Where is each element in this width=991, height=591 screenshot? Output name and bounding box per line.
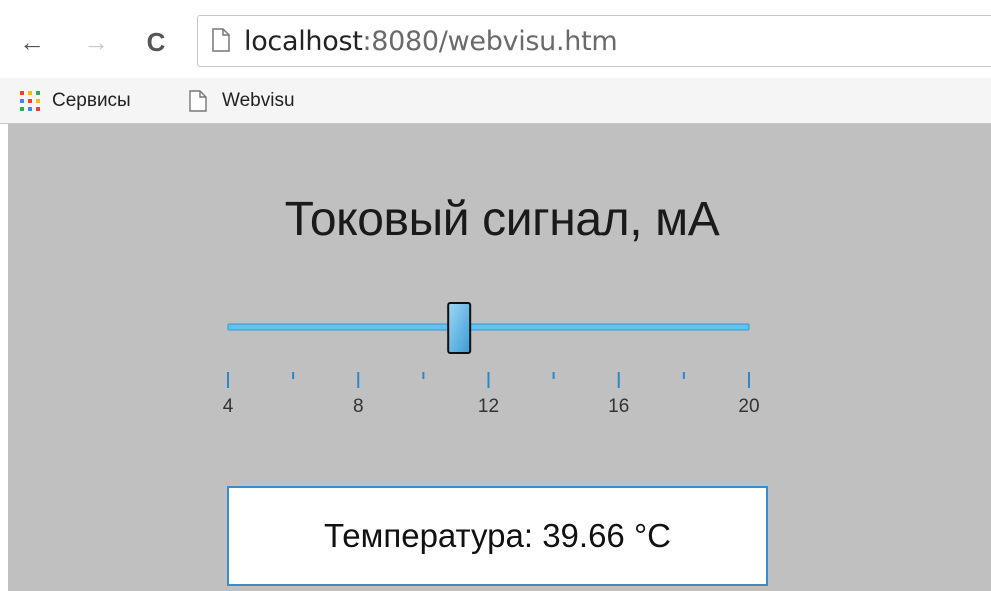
temperature-display: Температура: 39.66 °C <box>227 486 768 586</box>
url-host: localhost <box>244 26 363 57</box>
page-title: Токовый сигнал, мА <box>284 193 720 246</box>
page-icon <box>212 28 230 52</box>
url-text: localhost:8080/webvisu.htm <box>244 26 618 57</box>
slider-tick-label: 12 <box>478 396 499 417</box>
apps-grid-icon <box>20 91 40 111</box>
slider-track[interactable] <box>227 323 750 331</box>
slider-tick-label: 20 <box>738 396 759 417</box>
slider-handle[interactable] <box>447 302 472 354</box>
forward-arrow-icon[interactable]: → <box>80 22 112 62</box>
webvisu-page: Токовый сигнал, мА 4 8 12 16 20 Температура:… <box>8 124 991 591</box>
bookmark-label: Сервисы <box>52 90 131 111</box>
slider-tick-label: 16 <box>608 396 629 417</box>
browser-toolbar: ← → C localhost:8080/webvisu.htm <box>0 0 991 78</box>
url-path: :8080/webvisu.htm <box>362 26 618 57</box>
reload-icon[interactable]: C <box>138 22 174 62</box>
bookmark-services[interactable]: Сервисы <box>20 88 131 114</box>
back-arrow-icon[interactable]: ← <box>16 22 48 62</box>
slider-tick-label: 8 <box>353 396 364 417</box>
address-bar[interactable]: localhost:8080/webvisu.htm <box>197 15 991 67</box>
page-icon <box>189 90 207 112</box>
current-signal-slider[interactable]: 4 8 12 16 20 <box>208 284 788 424</box>
bookmark-label: Webvisu <box>222 90 295 111</box>
bookmarks-bar: Сервисы Webvisu <box>0 78 991 124</box>
bookmark-webvisu[interactable]: Webvisu <box>189 88 295 114</box>
temperature-value: Температура: 39.66 °C <box>324 517 671 554</box>
slider-tick-label: 4 <box>223 396 234 417</box>
